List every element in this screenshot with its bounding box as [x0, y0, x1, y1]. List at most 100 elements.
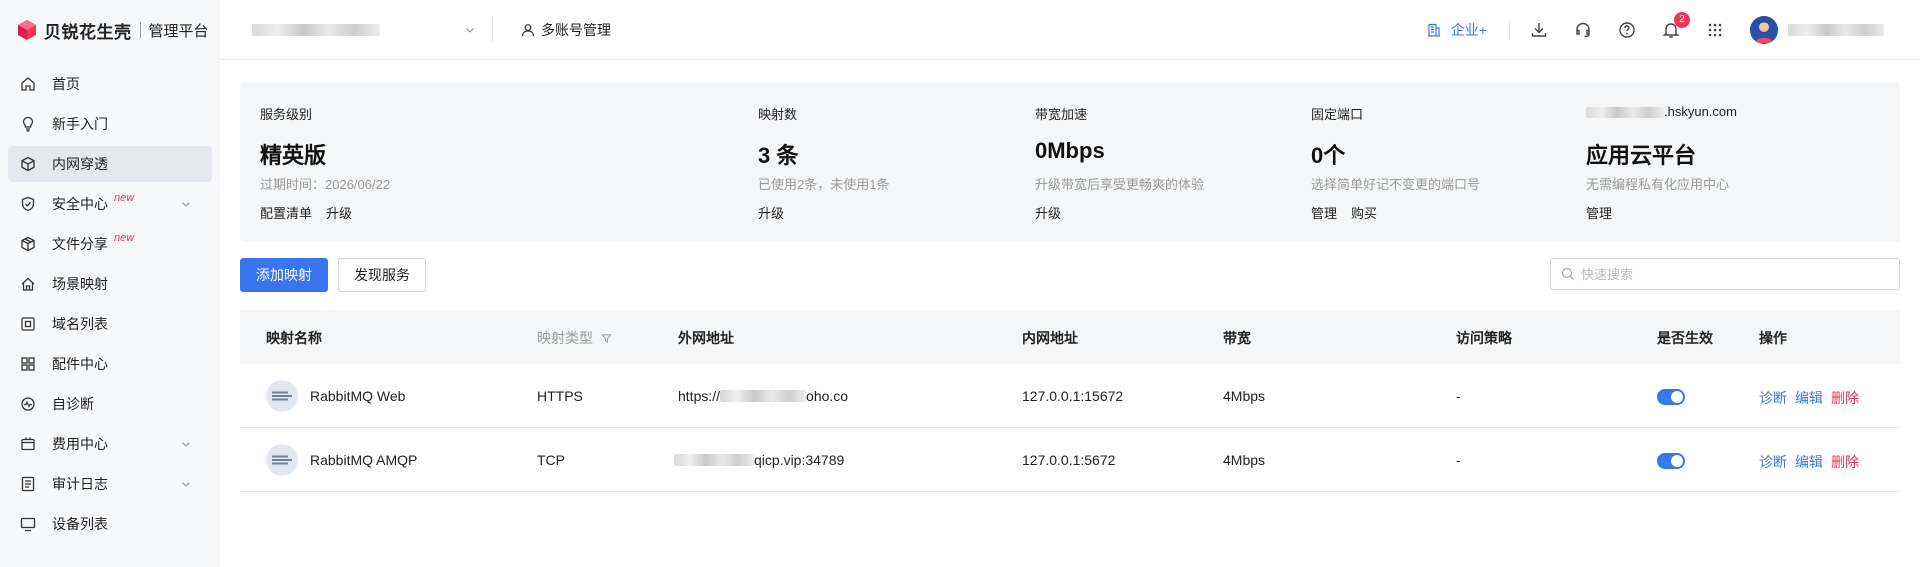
diagnose-button[interactable]: 诊断 — [1759, 454, 1787, 470]
home-icon — [20, 76, 36, 92]
sidebar: 贝锐花生壳 管理平台 首页 新手入门 内网穿透 安全中心 new 文件分享 ne… — [0, 0, 220, 567]
download-icon[interactable] — [1530, 21, 1548, 39]
config-list-link[interactable]: 配置清单 — [260, 206, 312, 221]
summary-desc: 已使用2条，未使用1条 — [758, 177, 890, 192]
access-policy: - — [1456, 388, 1461, 404]
column-header-enabled: 是否生效 — [1657, 330, 1713, 346]
sidebar-item-audit-log[interactable]: 审计日志 — [8, 466, 212, 502]
apps-grid-icon[interactable] — [1706, 21, 1724, 39]
external-address[interactable]: https:// oho.co — [678, 388, 848, 404]
chevron-down-icon[interactable] — [180, 198, 192, 210]
multi-account-button[interactable]: 多账号管理 — [521, 20, 611, 40]
shield-icon — [20, 196, 36, 212]
sidebar-item-label: 费用中心 — [52, 436, 108, 452]
sidebar-item-device-list[interactable]: 设备列表 — [8, 506, 212, 542]
row-actions: 诊断 编辑 删除 — [1759, 452, 1867, 472]
chevron-down-icon[interactable] — [180, 478, 192, 490]
discover-service-button[interactable]: 发现服务 — [338, 258, 426, 292]
redacted-subdomain — [1586, 107, 1664, 119]
summary-value: 0Mbps — [1035, 138, 1105, 163]
sidebar-item-label: 自诊断 — [52, 396, 94, 412]
external-address-suffix: qicp.vip:34789 — [754, 452, 845, 468]
manage-link[interactable]: 管理 — [1586, 206, 1612, 221]
sidebar-item-label: 配件中心 — [52, 356, 108, 372]
redacted-user-name[interactable] — [1788, 24, 1884, 36]
support-headset-icon[interactable] — [1574, 21, 1592, 39]
enabled-toggle[interactable] — [1657, 389, 1685, 405]
sidebar-item-security-center[interactable]: 安全中心 new — [8, 186, 212, 222]
logo[interactable]: 贝锐花生壳 管理平台 — [0, 0, 220, 60]
column-header-name: 映射名称 — [266, 330, 322, 346]
summary-label: 映射数 — [758, 107, 798, 122]
summary-value: 3 条 — [758, 143, 799, 168]
column-header-type[interactable]: 映射类型 — [537, 328, 612, 348]
bell-icon[interactable]: 2 — [1662, 12, 1690, 39]
summary-value: 应用云平台 — [1586, 143, 1697, 168]
bandwidth: 4Mbps — [1223, 452, 1266, 468]
bandwidth: 4Mbps — [1223, 388, 1266, 404]
diagnose-button[interactable]: 诊断 — [1759, 390, 1787, 406]
enterprise-plus-link[interactable]: 企业+ — [1427, 20, 1487, 40]
service-summary-panel: 服务级别 精英版 过期时间：2026/06/22 配置清单 升级 映射数 3 条 … — [240, 82, 1900, 242]
sidebar-item-home[interactable]: 首页 — [8, 66, 212, 102]
sidebar-item-domain-list[interactable]: 域名列表 — [8, 306, 212, 342]
search-box[interactable] — [1550, 258, 1900, 290]
summary-desc: 过期时间：2026/06/22 — [260, 177, 391, 192]
new-badge: new — [114, 192, 135, 204]
mapping-name[interactable]: RabbitMQ AMQP — [310, 452, 417, 468]
summary-links: 配置清单 升级 — [260, 203, 366, 222]
building-icon — [1427, 23, 1440, 37]
manage-link[interactable]: 管理 — [1311, 206, 1337, 221]
redacted-project-name — [252, 23, 380, 36]
sidebar-item-billing-center[interactable]: 费用中心 — [8, 426, 212, 462]
user-icon — [521, 23, 535, 37]
upgrade-link[interactable]: 升级 — [326, 206, 352, 221]
mapping-table: 映射名称 映射类型 外网地址 内网地址 带宽 访问策略 是否生效 操作 Rabb… — [240, 310, 1900, 492]
delete-button[interactable]: 删除 — [1831, 390, 1859, 406]
header-divider — [1509, 20, 1510, 40]
filter-icon[interactable] — [601, 333, 612, 344]
log-icon — [20, 476, 36, 492]
sidebar-item-file-share[interactable]: 文件分享 new — [8, 226, 212, 262]
upgrade-link[interactable]: 升级 — [1035, 206, 1061, 221]
mapping-name[interactable]: RabbitMQ Web — [310, 388, 405, 404]
new-badge: new — [114, 232, 135, 244]
sidebar-nav: 首页 新手入门 内网穿透 安全中心 new 文件分享 new 场景映射 域名列表… — [0, 66, 220, 542]
enabled-toggle[interactable] — [1657, 453, 1685, 469]
rabbitmq-service-icon — [266, 380, 298, 412]
monitor-icon — [20, 516, 36, 532]
search-input[interactable] — [1581, 266, 1881, 282]
avatar[interactable] — [1750, 16, 1778, 44]
external-address[interactable]: qicp.vip:34789 — [674, 452, 844, 468]
mapping-type: TCP — [537, 452, 565, 468]
internal-address: 127.0.0.1:15672 — [1022, 388, 1124, 404]
sidebar-item-label: 场景映射 — [52, 276, 108, 292]
sidebar-item-label: 内网穿透 — [52, 156, 108, 172]
sidebar-item-label: 首页 — [52, 76, 80, 92]
sidebar-item-label: 安全中心 — [52, 196, 108, 212]
sidebar-item-self-diagnosis[interactable]: 自诊断 — [8, 386, 212, 422]
edit-button[interactable]: 编辑 — [1795, 390, 1823, 406]
delete-button[interactable]: 删除 — [1831, 454, 1859, 470]
help-icon[interactable] — [1618, 21, 1636, 39]
upgrade-link[interactable]: 升级 — [758, 206, 784, 221]
summary-value: 0个 — [1311, 143, 1346, 168]
table-header: 映射名称 映射类型 外网地址 内网地址 带宽 访问策略 是否生效 操作 — [240, 310, 1900, 364]
buy-link[interactable]: 购买 — [1351, 206, 1377, 221]
sidebar-item-scene-mapping[interactable]: 场景映射 — [8, 266, 212, 302]
sidebar-item-accessory-center[interactable]: 配件中心 — [8, 346, 212, 382]
add-mapping-button[interactable]: 添加映射 — [240, 258, 328, 292]
sidebar-item-getting-started[interactable]: 新手入门 — [8, 106, 212, 142]
column-header-external-address: 外网地址 — [678, 330, 734, 346]
chevron-down-icon[interactable] — [180, 438, 192, 450]
column-header-label: 映射类型 — [537, 330, 593, 346]
access-policy: - — [1456, 452, 1461, 468]
redacted-host — [674, 454, 754, 466]
project-selector[interactable] — [220, 0, 480, 60]
brand-name: 贝锐花生壳 — [44, 22, 132, 42]
chevron-down-icon — [466, 27, 474, 33]
brand-logo-icon — [16, 19, 38, 41]
sidebar-item-intranet-penetration[interactable]: 内网穿透 — [8, 146, 212, 182]
header-actions: 企业+ 2 — [1427, 0, 1920, 60]
edit-button[interactable]: 编辑 — [1795, 454, 1823, 470]
